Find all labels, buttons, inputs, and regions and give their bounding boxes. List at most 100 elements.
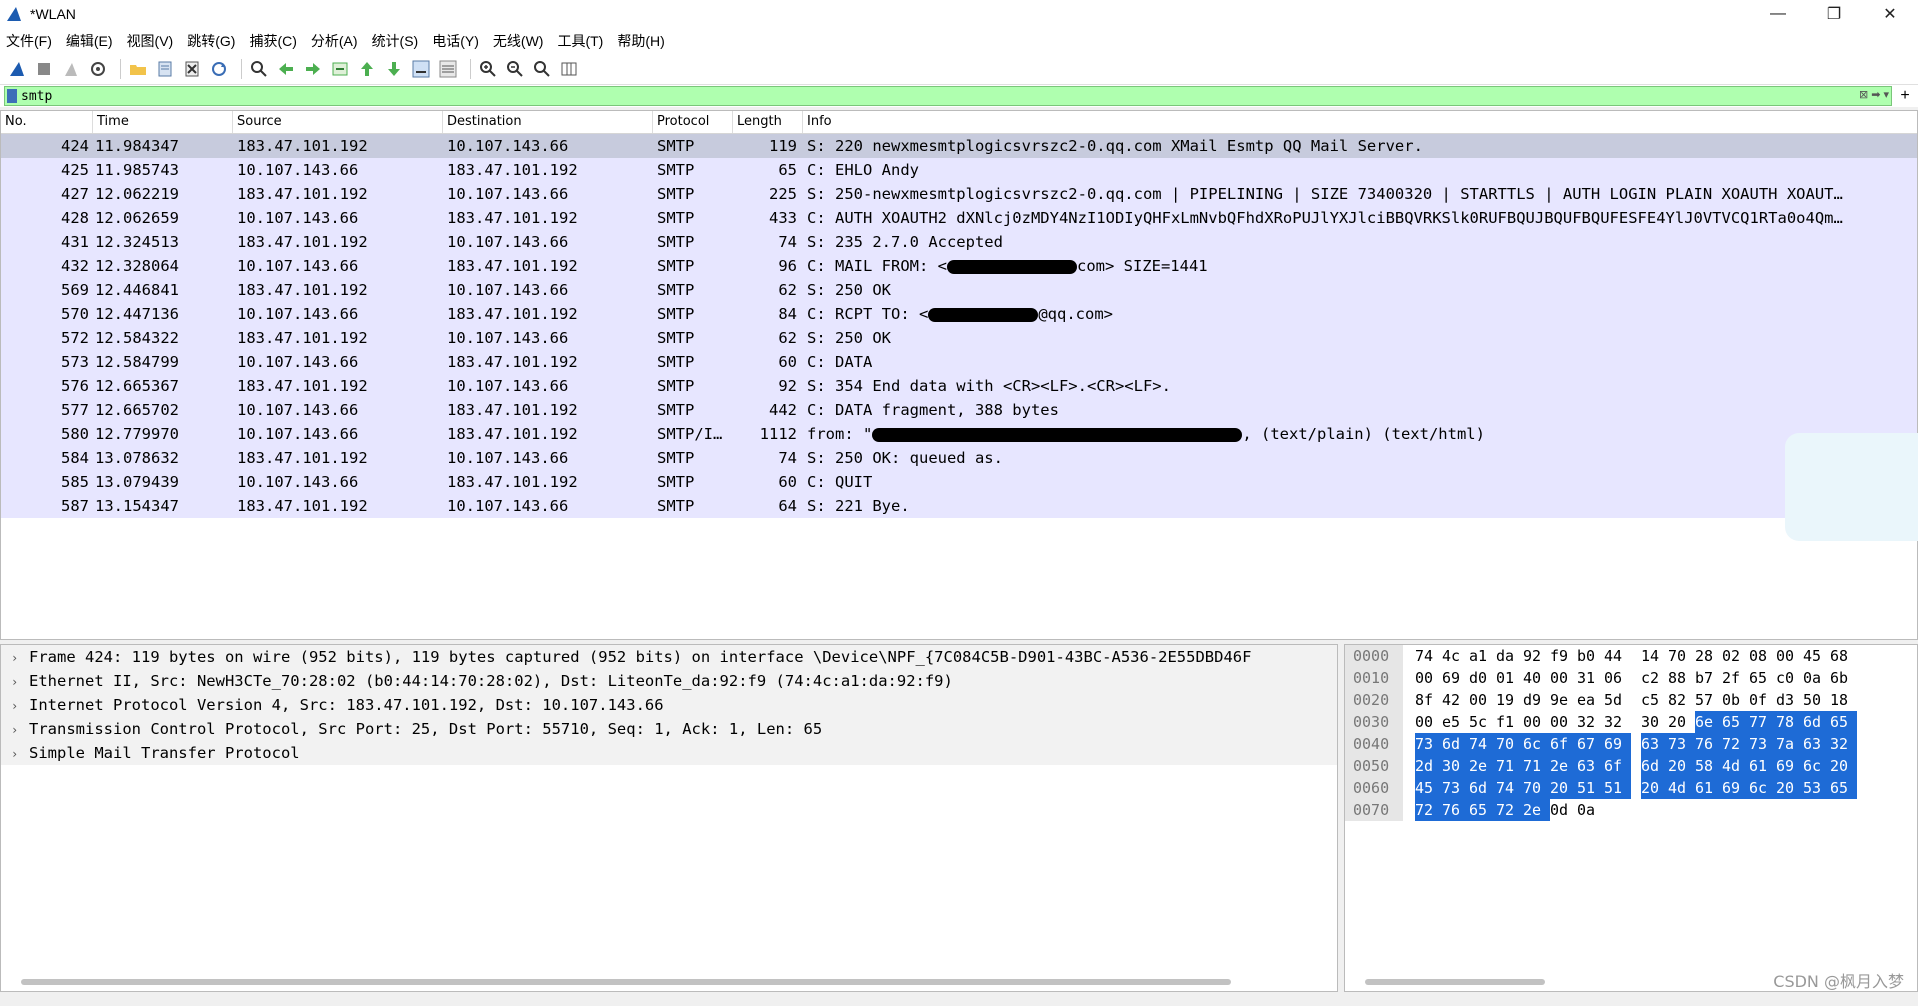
hex-byte[interactable]: 4d	[1722, 755, 1749, 777]
hex-byte[interactable]: 20	[1776, 777, 1803, 799]
side-widget[interactable]	[1785, 433, 1918, 541]
hex-byte[interactable]: 6f	[1604, 755, 1631, 777]
hex-byte[interactable]: da	[1496, 645, 1523, 667]
menu-wireless[interactable]: 无线(W)	[493, 31, 544, 51]
auto-scroll-button[interactable]	[410, 58, 432, 80]
packet-row[interactable]: 577 12.665702 10.107.143.66 183.47.101.192 S…	[1, 398, 1917, 422]
hex-byte[interactable]: 0f	[1749, 689, 1776, 711]
packet-row[interactable]: 428 12.062659 10.107.143.66 183.47.101.192 S…	[1, 206, 1917, 230]
detail-tree-item[interactable]: › Frame 424: 119 bytes on wire (952 bits)…	[1, 645, 1337, 669]
hex-byte[interactable]: 51	[1604, 777, 1631, 799]
hex-byte[interactable]: 6d	[1641, 755, 1668, 777]
column-info[interactable]: Info	[803, 111, 1917, 133]
hex-byte[interactable]: 50	[1803, 689, 1830, 711]
packet-row[interactable]: 587 13.154347 183.47.101.192 10.107.143.66 S…	[1, 494, 1917, 518]
clear-filter-icon[interactable]: ⊠	[1859, 88, 1868, 102]
hex-byte[interactable]: 58	[1695, 755, 1722, 777]
packet-row[interactable]: 585 13.079439 10.107.143.66 183.47.101.192 S…	[1, 470, 1917, 494]
display-filter-input[interactable]	[21, 88, 1891, 104]
zoom-in-button[interactable]	[477, 58, 499, 80]
hex-byte[interactable]: 92	[1523, 645, 1550, 667]
details-hscrollbar[interactable]	[21, 979, 1231, 985]
hex-byte[interactable]: 6d	[1803, 711, 1830, 733]
hex-byte[interactable]: 20	[1668, 711, 1695, 733]
hex-byte[interactable]: 65	[1830, 711, 1857, 733]
hex-byte[interactable]: 20	[1830, 755, 1857, 777]
expand-arrow-icon[interactable]: ›	[11, 670, 29, 693]
hex-byte[interactable]: 63	[1577, 755, 1604, 777]
hex-byte[interactable]: 45	[1803, 645, 1830, 667]
last-packet-button[interactable]	[383, 58, 405, 80]
hex-byte[interactable]: 20	[1668, 755, 1695, 777]
hex-byte[interactable]: 5d	[1604, 689, 1631, 711]
hex-byte[interactable]: 76	[1695, 733, 1722, 755]
reload-file-button[interactable]	[208, 58, 230, 80]
restart-capture-button[interactable]	[60, 58, 82, 80]
minimize-button[interactable]: —	[1750, 0, 1806, 28]
hex-byte[interactable]: d3	[1776, 689, 1803, 711]
hex-byte[interactable]: 00	[1523, 711, 1550, 733]
hex-byte[interactable]: 73	[1749, 733, 1776, 755]
hex-byte[interactable]: 67	[1577, 733, 1604, 755]
menu-edit[interactable]: 编辑(E)	[66, 31, 113, 51]
hex-byte[interactable]: 65	[1830, 777, 1857, 799]
hex-byte[interactable]: 73	[1415, 733, 1442, 755]
hex-byte[interactable]: 32	[1577, 711, 1604, 733]
hex-byte[interactable]: b7	[1695, 667, 1722, 689]
hex-byte[interactable]: 32	[1604, 711, 1631, 733]
resize-columns-button[interactable]	[558, 58, 580, 80]
hex-byte[interactable]: 00	[1550, 667, 1577, 689]
hex-byte[interactable]: 6f	[1550, 733, 1577, 755]
packet-row[interactable]: 427 12.062219 183.47.101.192 10.107.143.66 S…	[1, 182, 1917, 206]
hex-byte[interactable]: 45	[1415, 777, 1442, 799]
hex-byte[interactable]: 88	[1668, 667, 1695, 689]
hex-byte[interactable]: 02	[1722, 645, 1749, 667]
hex-byte[interactable]: 73	[1442, 777, 1469, 799]
hex-byte[interactable]: 2e	[1469, 755, 1496, 777]
hex-byte[interactable]: c5	[1641, 689, 1668, 711]
hex-byte[interactable]: 76	[1442, 799, 1469, 821]
hex-byte[interactable]: ea	[1577, 689, 1604, 711]
hex-byte[interactable]: 00	[1776, 645, 1803, 667]
hex-byte[interactable]: 6b	[1830, 667, 1857, 689]
packet-row[interactable]: 572 12.584322 183.47.101.192 10.107.143.66 S…	[1, 326, 1917, 350]
menu-go[interactable]: 跳转(G)	[187, 31, 235, 51]
hex-byte[interactable]: 7a	[1776, 733, 1803, 755]
packet-row[interactable]: 432 12.328064 10.107.143.66 183.47.101.192 S…	[1, 254, 1917, 278]
hex-byte[interactable]: 01	[1496, 667, 1523, 689]
packet-row[interactable]: 580 12.779970 10.107.143.66 183.47.101.192 S…	[1, 422, 1917, 446]
expand-arrow-icon[interactable]: ›	[11, 694, 29, 717]
hex-byte[interactable]: 72	[1415, 799, 1442, 821]
go-back-button[interactable]	[275, 58, 297, 80]
column-no[interactable]: No.	[1, 111, 93, 133]
hex-byte[interactable]: 18	[1830, 689, 1857, 711]
hex-byte[interactable]: 70	[1523, 777, 1550, 799]
menu-view[interactable]: 视图(V)	[127, 31, 174, 51]
bookmark-icon[interactable]	[7, 89, 17, 103]
column-protocol[interactable]: Protocol	[653, 111, 733, 133]
hex-byte[interactable]: 74	[1469, 733, 1496, 755]
hex-byte[interactable]: 2f	[1722, 667, 1749, 689]
hex-byte[interactable]: 63	[1641, 733, 1668, 755]
hex-byte[interactable]: 19	[1496, 689, 1523, 711]
hex-byte[interactable]: 00	[1415, 667, 1442, 689]
hex-byte[interactable]: 72	[1722, 733, 1749, 755]
detail-tree-item[interactable]: › Ethernet II, Src: NewH3CTe_70:28:02 (b0…	[1, 669, 1337, 693]
menu-capture[interactable]: 捕获(C)	[249, 31, 296, 51]
hex-byte[interactable]: c0	[1776, 667, 1803, 689]
packet-row[interactable]: 570 12.447136 10.107.143.66 183.47.101.192 S…	[1, 302, 1917, 326]
detail-tree-item[interactable]: › Simple Mail Transfer Protocol	[1, 741, 1337, 765]
expand-arrow-icon[interactable]: ›	[11, 742, 29, 765]
apply-filter-icon[interactable]: ➡	[1871, 88, 1880, 102]
close-file-button[interactable]	[181, 58, 203, 80]
bytes-hscrollbar[interactable]	[1365, 979, 1545, 985]
hex-byte[interactable]: 61	[1695, 777, 1722, 799]
hex-byte[interactable]: 71	[1496, 755, 1523, 777]
detail-tree-item[interactable]: › Transmission Control Protocol, Src Port…	[1, 717, 1337, 741]
hex-byte[interactable]: 6d	[1469, 777, 1496, 799]
hex-byte[interactable]: f1	[1496, 711, 1523, 733]
normal-size-button[interactable]	[531, 58, 553, 80]
stop-capture-button[interactable]	[33, 58, 55, 80]
hex-byte[interactable]: 30	[1641, 711, 1668, 733]
hex-byte[interactable]: 30	[1442, 755, 1469, 777]
